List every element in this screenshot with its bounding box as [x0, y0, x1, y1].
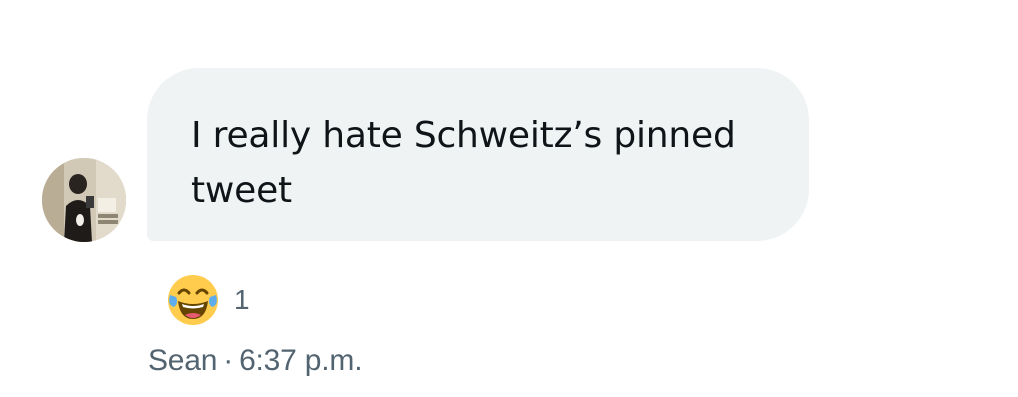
message-bubble[interactable]: I really hate Schweitz’s pinned tweet	[147, 68, 809, 241]
meta-separator: ·	[223, 344, 234, 377]
message-meta: Sean · 6:37 p.m.	[148, 344, 363, 378]
avatar-photo	[42, 158, 126, 242]
message-text: I really hate Schweitz’s pinned tweet	[191, 115, 736, 211]
reaction-count: 1	[234, 284, 250, 315]
sender-name: Sean	[148, 344, 218, 377]
avatar[interactable]	[42, 158, 126, 242]
reaction-pill[interactable]: 1	[166, 272, 250, 328]
previous-message-cutoff	[236, 0, 536, 6]
face-with-tears-of-joy-icon	[168, 275, 218, 325]
message-time: 6:37 p.m.	[239, 344, 363, 377]
